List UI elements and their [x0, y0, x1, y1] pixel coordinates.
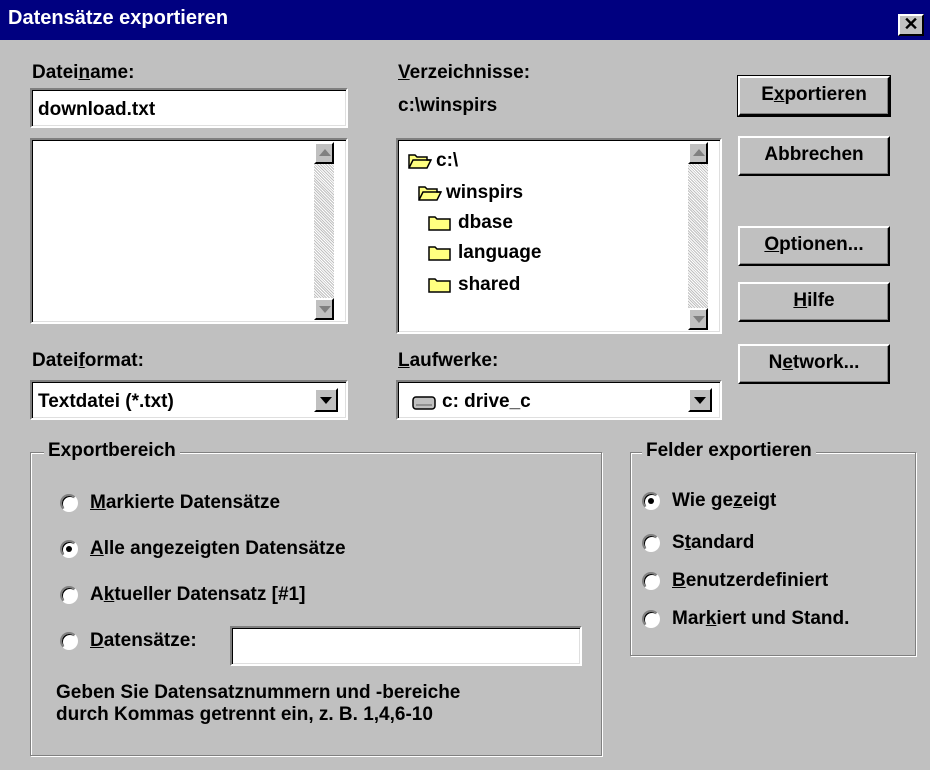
filename-input[interactable]: download.txt	[30, 88, 348, 128]
radio-label: Standard	[672, 532, 755, 553]
radio-selected-dot	[648, 498, 654, 504]
drive-select[interactable]: c: drive_c	[396, 380, 722, 420]
drive-icon	[412, 394, 436, 416]
scroll-up-button[interactable]	[688, 142, 708, 164]
radio-label: Aktueller Datensatz [#1]	[90, 584, 306, 605]
radio-button[interactable]	[642, 534, 660, 552]
cancel-button[interactable]: Abbrechen	[738, 136, 890, 176]
folder-icon	[428, 244, 452, 261]
export-range-legend: Exportbereich	[44, 440, 180, 462]
filename-value: download.txt	[38, 99, 156, 120]
network-button[interactable]: Network...	[738, 344, 890, 384]
drive-dropdown-button[interactable]	[688, 388, 712, 412]
radio-label: Benutzerdefiniert	[672, 570, 829, 591]
folder-icon	[428, 276, 452, 293]
open-folder-icon	[408, 152, 432, 169]
tree-label: shared	[458, 274, 521, 295]
radio-button[interactable]	[642, 572, 660, 590]
chevron-down-icon	[694, 397, 706, 404]
file-format-dropdown-button[interactable]	[314, 388, 338, 412]
filename-label: Dateiname:	[32, 62, 135, 83]
records-input[interactable]	[230, 626, 582, 666]
arrow-down-icon	[693, 316, 705, 323]
current-path: c:\winspirs	[398, 95, 498, 116]
radio-button[interactable]	[642, 492, 660, 510]
directory-tree[interactable]: c:\ winspirs dbase language shared	[396, 138, 722, 334]
arrow-down-icon	[319, 306, 331, 313]
close-button[interactable]: ✕	[898, 14, 924, 36]
directories-label: Verzeichnisse:	[398, 62, 531, 83]
hint-line: Geben Sie Datensatznummern und -bereiche	[56, 682, 461, 703]
scroll-down-button[interactable]	[688, 308, 708, 330]
radio-label: Alle angezeigten Datensätze	[90, 538, 346, 559]
file-format-label: Dateiformat:	[32, 350, 144, 371]
radio-label: Wie gezeigt	[672, 490, 777, 511]
records-hint: Geben Sie Datensatznummern und -bereiche…	[56, 682, 460, 726]
open-folder-icon	[418, 184, 442, 201]
folder-icon	[428, 214, 452, 231]
tree-label: winspirs	[446, 182, 524, 203]
export-button[interactable]: Exportieren	[737, 75, 891, 117]
directory-scrollbar[interactable]	[688, 142, 708, 330]
tree-label: language	[458, 242, 542, 263]
radio-button[interactable]	[60, 494, 78, 512]
drives-label: Laufwerke:	[398, 350, 499, 371]
help-button[interactable]: Hilfe	[738, 282, 890, 322]
options-button[interactable]: Optionen...	[738, 226, 890, 266]
scroll-up-button[interactable]	[314, 142, 334, 164]
file-format-select[interactable]: Textdatei (*.txt)	[30, 380, 348, 420]
tree-label: c:\	[436, 150, 459, 171]
arrow-up-icon	[693, 149, 705, 156]
file-list[interactable]	[30, 138, 348, 324]
radio-button[interactable]	[60, 540, 78, 558]
hint-line: durch Kommas getrennt ein, z. B. 1,4,6-1…	[56, 704, 433, 725]
file-list-scrollbar[interactable]	[314, 142, 334, 320]
drive-value: c: drive_c	[442, 391, 531, 412]
radio-label: Markierte Datensätze	[90, 492, 281, 513]
chevron-down-icon	[320, 397, 332, 404]
radio-label: Datensätze:	[90, 630, 197, 651]
radio-button[interactable]	[642, 610, 660, 628]
tree-label: dbase	[458, 212, 513, 233]
arrow-up-icon	[319, 149, 331, 156]
radio-button[interactable]	[60, 586, 78, 604]
scroll-down-button[interactable]	[314, 298, 334, 320]
radio-button[interactable]	[60, 632, 78, 650]
radio-selected-dot	[66, 546, 72, 552]
radio-label: Markiert und Stand.	[672, 608, 850, 629]
close-icon: ✕	[903, 14, 919, 34]
file-format-value: Textdatei (*.txt)	[38, 391, 174, 412]
export-fields-legend: Felder exportieren	[642, 440, 816, 462]
window-title: Datensätze exportieren	[8, 7, 229, 29]
